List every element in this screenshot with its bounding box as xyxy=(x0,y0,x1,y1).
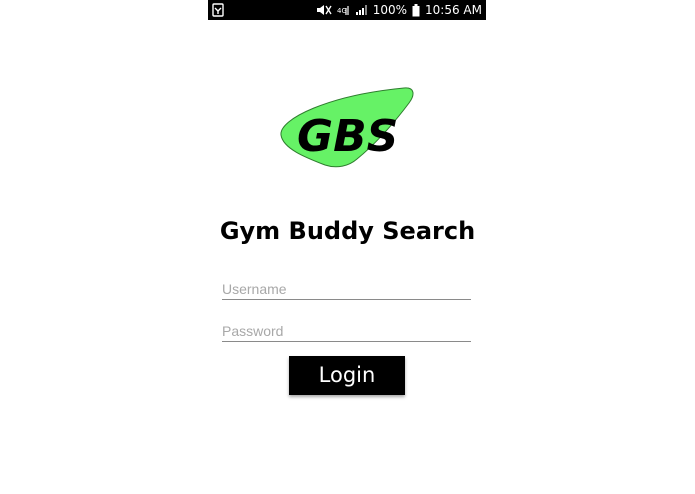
network-icon: 4G xyxy=(337,4,351,16)
username-input[interactable] xyxy=(222,278,471,300)
mute-icon xyxy=(316,4,332,16)
app-logo: GBS xyxy=(277,85,417,171)
clock: 10:56 AM xyxy=(425,3,482,17)
battery-icon xyxy=(412,3,420,17)
page-title: Gym Buddy Search xyxy=(219,217,476,245)
status-bar: 4G 100% 10:56 AM xyxy=(208,0,486,20)
login-button[interactable]: Login xyxy=(289,356,405,395)
password-input[interactable] xyxy=(222,320,471,342)
login-screen: 4G 100% 10:56 AM GBS Gym Buddy Search Us… xyxy=(0,0,695,494)
signal-icon xyxy=(355,4,368,16)
notification-icon xyxy=(212,3,224,17)
logo-text: GBS xyxy=(297,111,398,162)
battery-percent: 100% xyxy=(372,3,408,17)
